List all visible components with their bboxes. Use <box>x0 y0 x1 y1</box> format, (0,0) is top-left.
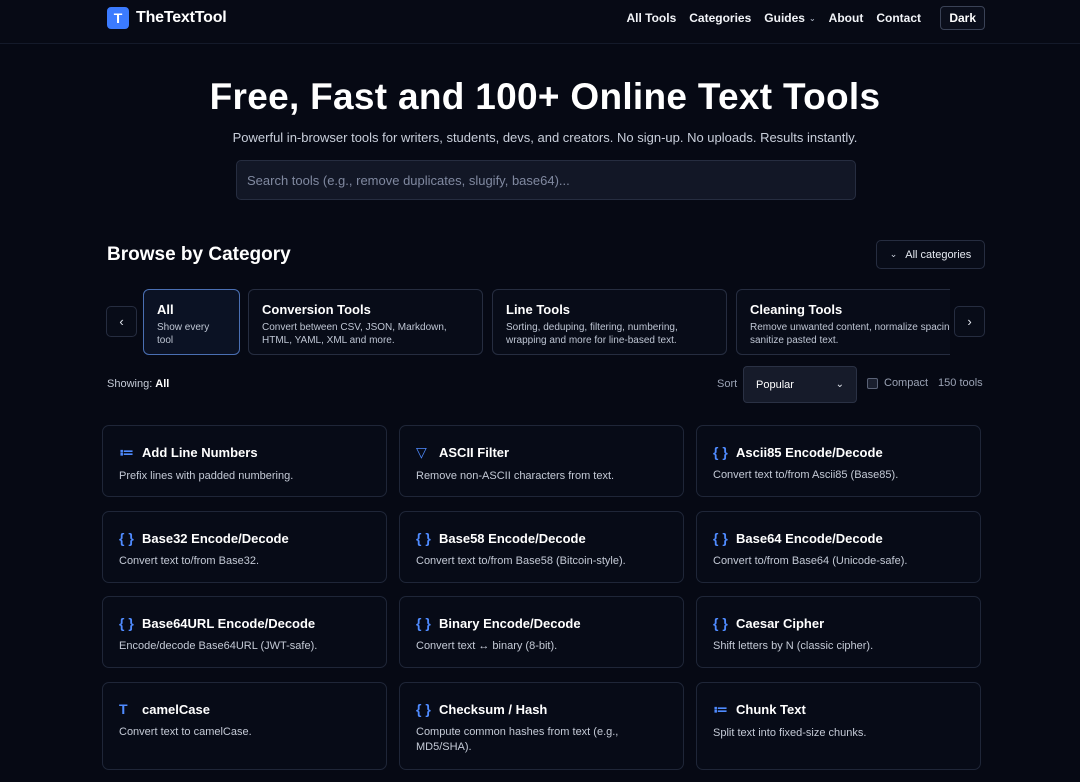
tool-name: Add Line Numbers <box>142 445 258 460</box>
braces-icon: { } <box>713 530 728 546</box>
tool-name: Base64 Encode/Decode <box>736 530 883 546</box>
tool-name: Ascii85 Encode/Decode <box>736 444 883 460</box>
chevron-down-icon: ⌄ <box>889 249 898 259</box>
tool-name: Caesar Cipher <box>736 615 825 631</box>
category-card-line[interactable]: Line Tools Sorting, deduping, filtering,… <box>492 289 727 355</box>
filter-icon: ▽ <box>416 444 427 460</box>
hero-title: Free, Fast and 100+ Online Text Tools <box>209 76 881 117</box>
chevron-right-icon: › <box>967 314 972 329</box>
tool-card[interactable]: { } Base32 Encode/Decode Convert text to… <box>102 511 387 583</box>
category-title: Cleaning Tools <box>750 302 843 317</box>
tool-desc: Compute common hashes from text (e.g., M… <box>416 726 619 753</box>
all-categories-dropdown[interactable]: ⌄ All categories <box>876 240 985 269</box>
tool-card[interactable]: { } Base64 Encode/Decode Convert to/from… <box>696 511 981 583</box>
tool-desc: Convert text to camelCase. <box>119 726 252 738</box>
tool-name: Chunk Text <box>736 702 806 717</box>
braces-icon: { } <box>416 530 431 546</box>
compact-label: Compact <box>884 377 929 389</box>
brand-name: TheTextTool <box>136 9 227 26</box>
top-navigation-bar: T TheTextTool All Tools Categories Guide… <box>0 0 1080 44</box>
showing-indicator: Showing: All <box>107 378 169 390</box>
category-prev-button[interactable]: ‹ <box>106 306 137 337</box>
theme-toggle-button[interactable]: Dark <box>940 6 985 30</box>
list-icon: ≔ <box>713 701 728 717</box>
main-nav: All Tools Categories Guides ⌄ About Conta… <box>613 0 921 36</box>
tool-name: Base32 Encode/Decode <box>142 530 289 546</box>
text-icon: T <box>119 701 128 717</box>
tool-card[interactable]: { } Caesar Cipher Shift letters by N (cl… <box>696 596 981 668</box>
tool-name: Base58 Encode/Decode <box>439 530 586 546</box>
category-title: Line Tools <box>506 302 571 317</box>
tool-card[interactable]: ≔ Add Line Numbers Prefix lines with pad… <box>102 425 387 497</box>
tool-name: Checksum / Hash <box>439 701 548 717</box>
tool-card[interactable]: T camelCase Convert text to camelCase. <box>102 682 387 770</box>
brand[interactable]: T TheTextTool <box>107 7 227 29</box>
tool-card[interactable]: { } Base64URL Encode/Decode Encode/decod… <box>102 596 387 668</box>
tool-desc: Encode/decode Base64URL (JWT-safe). <box>119 640 318 652</box>
sort-label: Sort <box>717 378 738 390</box>
tool-desc: Convert to/from Base64 (Unicode-safe). <box>713 555 908 567</box>
category-desc: Convert between CSV, JSON, Markdown, HTM… <box>262 322 447 346</box>
braces-icon: { } <box>713 444 728 460</box>
tool-name: Binary Encode/Decode <box>439 615 581 631</box>
tool-desc: Remove non-ASCII characters from text. <box>416 470 615 482</box>
category-carousel: All Show every tool Conversion Tools Con… <box>143 289 950 355</box>
browse-title: Browse by Category <box>107 244 291 265</box>
nav-guides-label: Guides <box>764 11 805 25</box>
braces-icon: { } <box>713 615 728 631</box>
chevron-left-icon: ‹ <box>119 314 124 329</box>
hero-subtitle: Powerful in-browser tools for writers, s… <box>232 130 858 145</box>
tool-desc: Convert text ↔ binary (8-bit). <box>416 640 558 652</box>
category-desc: Sorting, deduping, filtering, numbering,… <box>506 322 678 346</box>
nav-about[interactable]: About <box>829 11 864 25</box>
tool-desc: Shift letters by N (classic cipher). <box>713 640 874 652</box>
tool-name: ASCII Filter <box>439 445 510 460</box>
compact-toggle: Compact 150 tools <box>867 377 983 389</box>
showing-label: Showing: <box>107 378 153 390</box>
logo-icon: T <box>107 7 129 29</box>
chevron-down-icon: ⌄ <box>808 13 816 23</box>
nav-categories[interactable]: Categories <box>689 11 751 25</box>
nav-guides[interactable]: Guides ⌄ <box>764 11 815 25</box>
compact-checkbox[interactable] <box>867 377 878 389</box>
tool-name: Base64URL Encode/Decode <box>142 615 316 631</box>
sort-select[interactable]: Popular ⌄ <box>743 366 857 403</box>
search-input[interactable] <box>236 160 856 200</box>
category-desc: Show every tool <box>157 322 210 346</box>
tool-desc: Prefix lines with padded numbering. <box>119 470 294 482</box>
nav-contact[interactable]: Contact <box>876 11 921 25</box>
tool-card[interactable]: ≔ Chunk Text Split text into fixed-size … <box>696 682 981 770</box>
category-title: Conversion Tools <box>262 302 371 317</box>
braces-icon: { } <box>416 615 431 631</box>
tool-desc: Convert text to/from Ascii85 (Base85). <box>713 469 899 481</box>
category-title: All <box>157 302 174 317</box>
braces-icon: { } <box>416 701 431 717</box>
tool-desc: Convert text to/from Base58 (Bitcoin-sty… <box>416 555 626 567</box>
category-desc: Remove unwanted content, normalize spaci… <box>750 322 950 346</box>
tool-desc: Split text into fixed-size chunks. <box>713 727 867 739</box>
tool-name: camelCase <box>142 701 210 717</box>
tool-card[interactable]: { } Binary Encode/Decode Convert text ↔ … <box>399 596 684 668</box>
tool-card[interactable]: { } Base58 Encode/Decode Convert text to… <box>399 511 684 583</box>
tool-desc: Convert text to/from Base32. <box>119 555 260 567</box>
braces-icon: { } <box>119 615 134 631</box>
tool-card[interactable]: { } Ascii85 Encode/Decode Convert text t… <box>696 425 981 497</box>
category-card-cleaning[interactable]: Cleaning Tools Remove unwanted content, … <box>736 289 950 355</box>
tool-card[interactable]: { } Checksum / Hash Compute common hashe… <box>399 682 684 770</box>
tool-count: 150 tools <box>938 377 983 389</box>
sort-value: Popular <box>756 378 794 391</box>
category-card-all[interactable]: All Show every tool <box>143 289 240 355</box>
all-categories-label: All categories <box>905 248 972 261</box>
list-numbered-icon: ≔ <box>119 444 134 460</box>
showing-value: All <box>155 378 170 390</box>
category-next-button[interactable]: › <box>954 306 985 337</box>
chevron-down-icon: ⌄ <box>835 379 844 390</box>
braces-icon: { } <box>119 530 134 546</box>
tool-card[interactable]: ▽ ASCII Filter Remove non-ASCII characte… <box>399 425 684 497</box>
nav-all-tools[interactable]: All Tools <box>626 11 676 25</box>
category-card-conversion[interactable]: Conversion Tools Convert between CSV, JS… <box>248 289 483 355</box>
